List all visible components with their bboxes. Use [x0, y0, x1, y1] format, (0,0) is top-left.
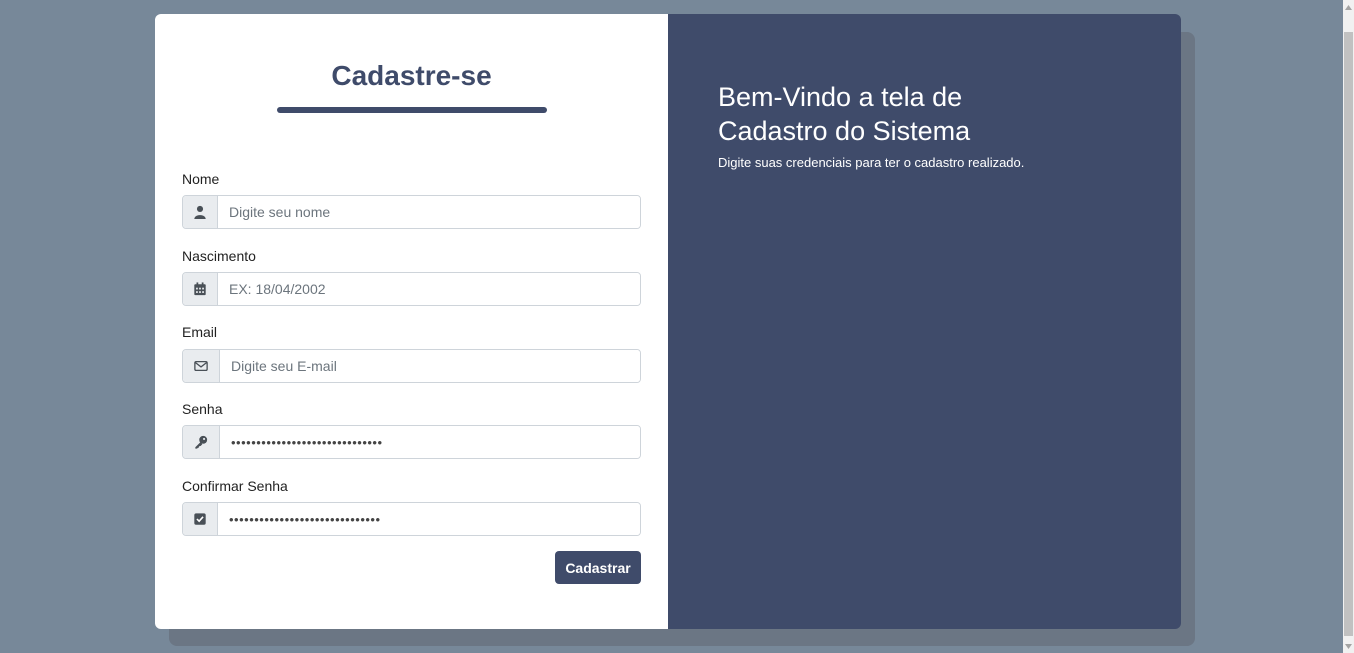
- welcome-panel: Bem-Vindo a tela de Cadastro do Sistema …: [668, 14, 1181, 629]
- birthdate-input[interactable]: [218, 273, 640, 305]
- register-form-panel: Cadastre-se Nome Nascimento Email S: [155, 14, 668, 629]
- welcome-title: Bem-Vindo a tela de Cadastro do Sistema: [718, 82, 971, 146]
- name-input-group: [182, 195, 641, 229]
- name-input[interactable]: [218, 196, 640, 228]
- birthdate-label: Nascimento: [182, 248, 256, 264]
- envelope-icon: [183, 350, 220, 382]
- check-square-icon: [183, 503, 218, 535]
- confirm-password-label: Confirmar Senha: [182, 478, 288, 494]
- scrollbar-thumb[interactable]: [1344, 32, 1353, 636]
- title-underline: [277, 107, 547, 113]
- birthdate-input-group: [182, 272, 641, 306]
- welcome-subtitle: Digite suas credenciais para ter o cadas…: [718, 155, 1025, 170]
- register-card: Cadastre-se Nome Nascimento Email S: [155, 14, 1181, 629]
- password-input[interactable]: [220, 426, 640, 458]
- vertical-scrollbar[interactable]: [1343, 0, 1354, 653]
- confirm-password-input-group: [182, 502, 641, 536]
- email-input-group: [182, 349, 641, 383]
- email-label: Email: [182, 324, 218, 340]
- confirm-password-input[interactable]: [218, 503, 640, 535]
- calendar-icon: [183, 273, 218, 305]
- form-title: Cadastre-se: [331, 60, 492, 91]
- password-label: Senha: [182, 401, 223, 417]
- scroll-down-arrow-icon[interactable]: [1343, 639, 1354, 653]
- password-input-group: [182, 425, 641, 459]
- scroll-up-arrow-icon[interactable]: [1343, 0, 1354, 14]
- register-button[interactable]: Cadastrar: [555, 551, 641, 584]
- email-input[interactable]: [220, 350, 640, 382]
- name-label: Nome: [182, 171, 220, 187]
- key-icon: [183, 426, 220, 458]
- user-icon: [183, 196, 218, 228]
